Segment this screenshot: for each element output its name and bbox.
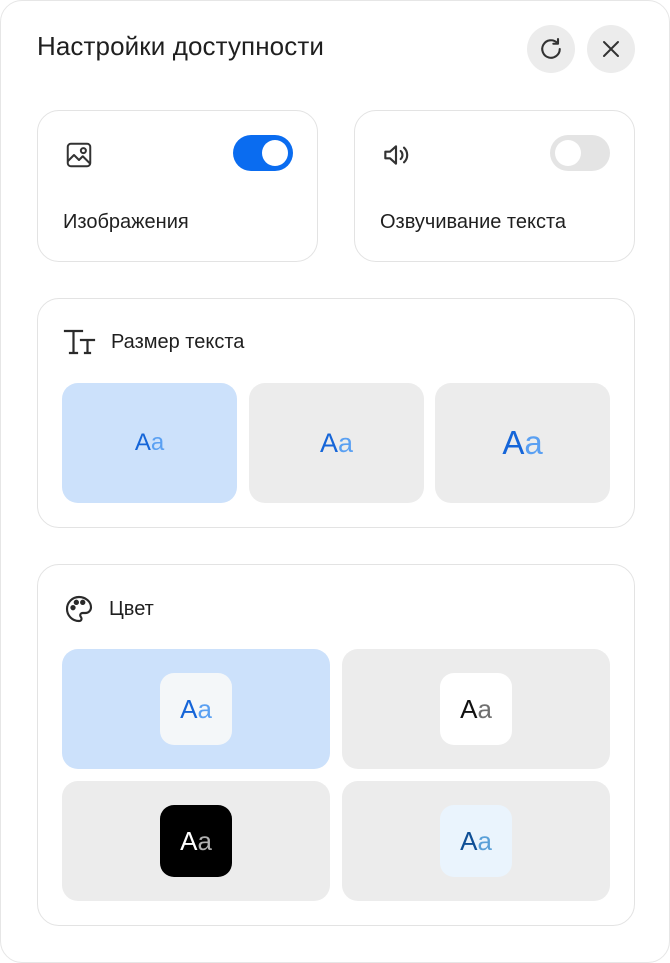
text-to-speech-switch[interactable]	[550, 135, 610, 171]
images-label: Изображения	[63, 211, 189, 233]
switch-knob	[262, 140, 288, 166]
switch-knob	[555, 140, 581, 166]
dialog-title: Настройки доступности	[37, 31, 324, 61]
color-option-blue[interactable]: Aa	[342, 781, 610, 901]
color-header: Цвет	[63, 593, 154, 625]
color-swatch: Aa	[160, 805, 232, 877]
color-label: Цвет	[109, 597, 154, 620]
images-switch[interactable]	[233, 135, 293, 171]
text-size-option-small[interactable]: Aa	[62, 383, 237, 503]
sample-text: Aa	[319, 427, 354, 458]
color-option-dark[interactable]: Aa	[62, 781, 330, 901]
refresh-icon	[541, 38, 561, 59]
text-size-icon	[63, 329, 96, 355]
sample-text: Aa	[134, 429, 165, 456]
sample-text: Aa	[502, 424, 543, 461]
color-option-default[interactable]: Aa	[62, 649, 330, 769]
images-toggle-card[interactable]: Изображения	[37, 110, 318, 262]
color-section: Цвет Aa Aa Aa Aa	[37, 564, 635, 926]
text-size-section: Размер текста Aa Aa Aa	[37, 298, 635, 528]
color-swatch: Aa	[160, 673, 232, 745]
text-size-option-large[interactable]: Aa	[435, 383, 610, 503]
text-to-speech-label: Озвучивание текста	[380, 211, 567, 233]
accessibility-settings-dialog: Настройки доступности Изображения Озвучи…	[0, 0, 670, 963]
color-option-monochrome[interactable]: Aa	[342, 649, 610, 769]
palette-icon	[65, 595, 93, 623]
color-swatch: Aa	[440, 673, 512, 745]
close-button[interactable]	[587, 25, 635, 73]
text-size-header: Размер текста	[63, 327, 244, 357]
refresh-button[interactable]	[527, 25, 575, 73]
close-icon	[603, 41, 619, 57]
text-size-option-medium[interactable]: Aa	[249, 383, 424, 503]
text-to-speech-toggle-card[interactable]: Озвучивание текста	[354, 110, 635, 262]
color-swatch: Aa	[440, 805, 512, 877]
speaker-icon	[380, 139, 412, 171]
image-icon	[63, 139, 95, 171]
text-size-label: Размер текста	[111, 330, 245, 353]
